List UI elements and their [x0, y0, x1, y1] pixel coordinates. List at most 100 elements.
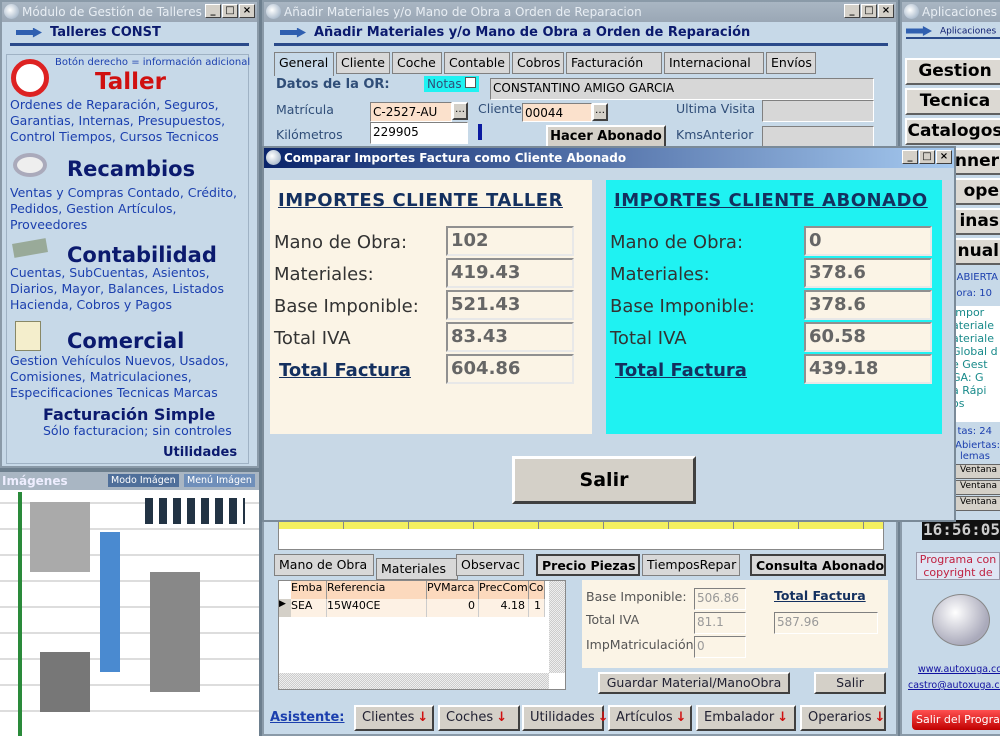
- module-comercial-desc[interactable]: Gestion Vehículos Nuevos, Usados, Comisi…: [10, 353, 248, 401]
- lower-tab-5[interactable]: Consulta Abonado: [750, 554, 886, 576]
- assistant-label[interactable]: Asistente:: [270, 710, 345, 725]
- left-window: Módulo de Gestión de Talleres _ □ × Taller…: [0, 0, 259, 468]
- grid-cell[interactable]: 15W40CE: [327, 599, 427, 617]
- module-recambios[interactable]: Recambios: [67, 157, 195, 181]
- cliente-lookup-button[interactable]: …: [592, 103, 608, 121]
- exit-program-button[interactable]: Salir del Programa: [912, 710, 1000, 730]
- module-taller[interactable]: Taller: [95, 69, 166, 95]
- maximize-button[interactable]: □: [919, 150, 935, 164]
- lower-tab-0[interactable]: Mano de Obra: [274, 554, 374, 576]
- client-name-field[interactable]: CONSTANTINO AMIGO GARCIA: [490, 78, 874, 100]
- grid-header[interactable]: Emba: [291, 581, 327, 599]
- tab-1[interactable]: Cliente: [336, 52, 390, 74]
- list-item[interactable]: a Rápi: [952, 384, 1000, 397]
- minimize-button[interactable]: _: [205, 4, 221, 18]
- labor-grid[interactable]: [278, 520, 884, 550]
- imp-matriculacion-field: 0: [694, 636, 746, 658]
- lower-tab-1[interactable]: Materiales: [376, 558, 458, 580]
- kms-anterior-field[interactable]: [762, 126, 874, 148]
- parts-icon: [13, 153, 47, 177]
- grid-cell[interactable]: 4.18: [479, 599, 529, 617]
- minimize-button[interactable]: _: [902, 150, 918, 164]
- taller-value-2: 521.43: [446, 290, 574, 320]
- grid-header[interactable]: Co: [529, 581, 545, 599]
- left-window-titlebar: Módulo de Gestión de Talleres _ □ ×: [2, 2, 257, 22]
- utilities-link[interactable]: Utilidades: [163, 445, 237, 460]
- assistant-button-1[interactable]: Coches ↓: [438, 705, 520, 731]
- taller-label-2: Base Imponible:: [274, 296, 419, 317]
- email-link[interactable]: castro@autoxuga.com: [908, 680, 1000, 691]
- close-button[interactable]: ×: [936, 150, 952, 164]
- matricula-field[interactable]: C-2527-AU: [370, 102, 452, 122]
- module-contabilidad-desc[interactable]: Cuentas, SubCuentas, Asientos, Diarios, …: [10, 265, 248, 313]
- save-material-button[interactable]: Guardar Material/ManoObra: [598, 672, 790, 694]
- cliente-field[interactable]: 00044: [522, 103, 592, 122]
- materials-grid[interactable]: EmbaReferenciaPVMarcaPrecCompCo ▶SEA15W40…: [278, 580, 566, 690]
- assistant-button-2[interactable]: Utilidades ↓: [522, 705, 609, 731]
- taller-label-1: Materiales:: [274, 264, 374, 285]
- facturacion-simple-desc: Sólo facturacion; sin controles: [43, 423, 232, 438]
- list-item[interactable]: ateriale: [952, 332, 1000, 345]
- grid-cell[interactable]: 0: [427, 599, 479, 617]
- minimize-button[interactable]: _: [844, 4, 860, 18]
- tab-4[interactable]: Cobros: [512, 52, 564, 74]
- image-menu-button[interactable]: Menú Imágen: [184, 474, 255, 487]
- tab-3[interactable]: Contable: [444, 52, 510, 74]
- taller-value-4: 604.86: [446, 354, 574, 384]
- list-item[interactable]: Global d: [952, 345, 1000, 358]
- assistant-button-4[interactable]: Embalador ↓: [696, 705, 796, 731]
- assistant-button-0[interactable]: Clientes ↓: [354, 705, 434, 731]
- notas-checkbox[interactable]: Notas: [424, 76, 480, 92]
- module-contabilidad[interactable]: Contabilidad: [67, 243, 217, 267]
- maximize-button[interactable]: □: [861, 4, 877, 18]
- arrow-icon: [906, 26, 932, 36]
- tab-6[interactable]: Internacional: [664, 52, 764, 74]
- tab-0[interactable]: General: [274, 52, 334, 76]
- lower-tab-4[interactable]: TiemposRepar: [642, 554, 740, 576]
- module-taller-desc[interactable]: Ordenes de Reparación, Seguros, Garantia…: [10, 97, 248, 145]
- grid-header[interactable]: PVMarca: [427, 581, 479, 599]
- abonado-value-4: 439.18: [804, 354, 932, 384]
- website-link[interactable]: www.autoxuga.com: [918, 664, 1000, 675]
- assistant-button-3[interactable]: Artículos ↓: [608, 705, 692, 731]
- main-window-titlebar: Añadir Materiales y/o Mano de Obra a Ord…: [264, 2, 896, 22]
- grid-header[interactable]: PrecComp: [479, 581, 529, 599]
- app-button-2[interactable]: Catalogos: [905, 118, 1000, 145]
- module-comercial[interactable]: Comercial: [67, 329, 184, 353]
- list-item[interactable]: Impor: [952, 306, 1000, 319]
- list-item[interactable]: e Gest: [952, 358, 1000, 371]
- grid-cell[interactable]: 1: [529, 599, 545, 617]
- list-item[interactable]: os: [952, 397, 1000, 410]
- tab-5[interactable]: Facturación: [566, 52, 662, 74]
- abonado-label-3: Total IVA: [610, 328, 687, 349]
- grid-cell[interactable]: SEA: [291, 599, 327, 617]
- exit-button[interactable]: Salir: [814, 672, 886, 694]
- module-recambios-desc[interactable]: Ventas y Compras Contado, Crédito, Pedid…: [10, 185, 248, 233]
- tab-7[interactable]: Envíos: [766, 52, 816, 74]
- parts-diagram-image: [0, 492, 259, 736]
- grid-header[interactable]: Referencia: [327, 581, 427, 599]
- close-button[interactable]: ×: [239, 4, 255, 18]
- list-item[interactable]: ateriale: [952, 319, 1000, 332]
- dialog-exit-button[interactable]: Salir: [512, 456, 696, 504]
- horizontal-scrollbar[interactable]: [279, 673, 549, 689]
- status-list[interactable]: Impor ateriale ateriale Global de Gest GA: G…: [952, 306, 1000, 422]
- list-item[interactable]: GA: G: [952, 371, 1000, 384]
- close-button[interactable]: ×: [878, 4, 894, 18]
- vertical-scrollbar[interactable]: [549, 581, 565, 673]
- maximize-button[interactable]: □: [222, 4, 238, 18]
- tab-2[interactable]: Coche: [392, 52, 442, 74]
- lower-tab-2[interactable]: Observac: [456, 554, 524, 576]
- abonado-label-0: Mano de Obra:: [610, 232, 744, 253]
- kilometros-field[interactable]: 229905: [370, 122, 468, 144]
- module-facturacion-simple[interactable]: Facturación Simple: [43, 405, 215, 424]
- matricula-lookup-button[interactable]: …: [452, 102, 468, 120]
- arrow-down-icon: ↓: [777, 710, 789, 725]
- assistant-button-5[interactable]: Operarios ↓: [800, 705, 886, 731]
- autoxuga-logo: [932, 594, 990, 646]
- lower-tab-3[interactable]: Precio Piezas: [536, 554, 640, 576]
- image-mode-button[interactable]: Modo Imágen: [108, 474, 179, 487]
- app-button-0[interactable]: Gestion: [905, 58, 1000, 85]
- app-button-1[interactable]: Tecnica: [905, 88, 1000, 115]
- ultima-visita-field[interactable]: [762, 100, 874, 122]
